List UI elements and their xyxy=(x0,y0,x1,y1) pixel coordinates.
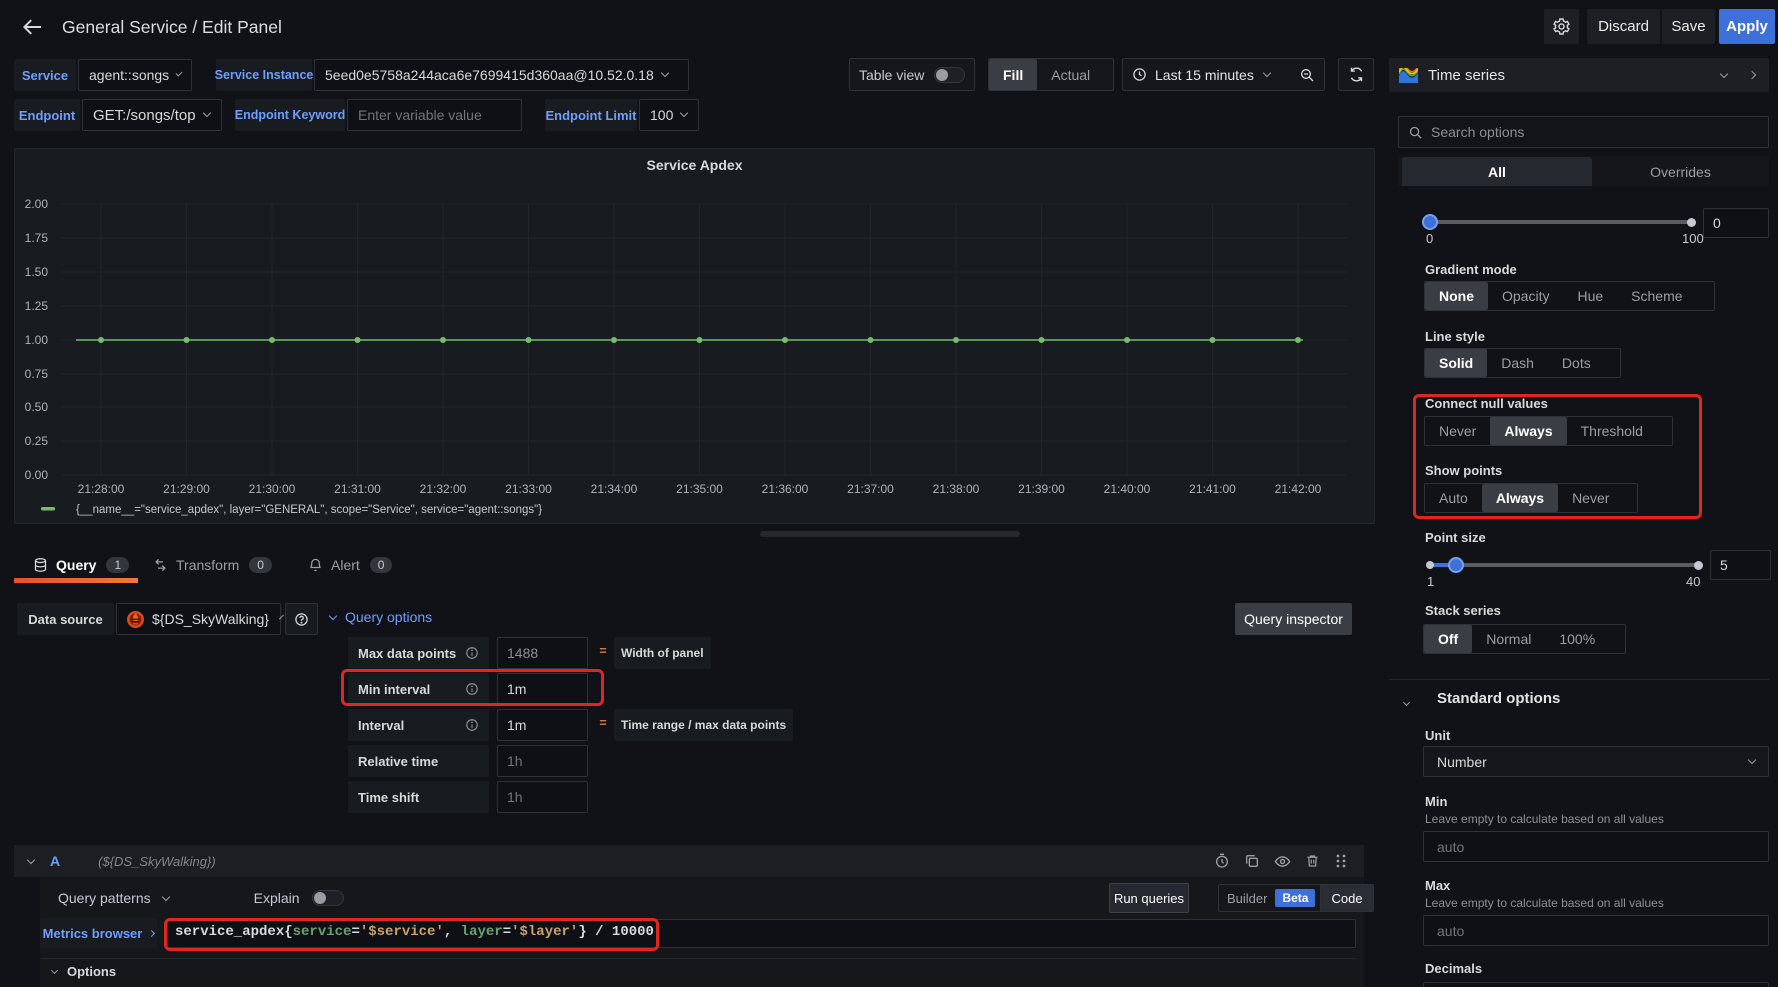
svg-text:21:41:00: 21:41:00 xyxy=(1189,482,1236,496)
svg-text:21:34:00: 21:34:00 xyxy=(591,482,638,496)
svg-text:21:30:00: 21:30:00 xyxy=(249,482,296,496)
svg-text:1.00: 1.00 xyxy=(25,333,49,347)
svg-text:21:36:00: 21:36:00 xyxy=(762,482,809,496)
svg-text:21:39:00: 21:39:00 xyxy=(1018,482,1065,496)
svg-text:21:42:00: 21:42:00 xyxy=(1275,482,1322,496)
svg-text:21:29:00: 21:29:00 xyxy=(163,482,210,496)
svg-text:21:38:00: 21:38:00 xyxy=(933,482,980,496)
svg-text:0.00: 0.00 xyxy=(25,468,49,482)
svg-text:21:28:00: 21:28:00 xyxy=(78,482,125,496)
svg-text:21:33:00: 21:33:00 xyxy=(505,482,552,496)
svg-text:1.25: 1.25 xyxy=(25,299,49,313)
svg-text:0.75: 0.75 xyxy=(25,367,49,381)
svg-text:{__name__="service_apdex", lay: {__name__="service_apdex", layer="GENERA… xyxy=(76,504,542,516)
svg-text:21:31:00: 21:31:00 xyxy=(334,482,381,496)
svg-text:21:35:00: 21:35:00 xyxy=(676,482,723,496)
svg-text:2.00: 2.00 xyxy=(25,197,49,211)
svg-text:0.25: 0.25 xyxy=(25,434,49,448)
svg-text:21:32:00: 21:32:00 xyxy=(420,482,467,496)
svg-text:0.50: 0.50 xyxy=(25,400,49,414)
svg-text:21:37:00: 21:37:00 xyxy=(847,482,894,496)
svg-text:21:40:00: 21:40:00 xyxy=(1104,482,1151,496)
svg-text:1.75: 1.75 xyxy=(25,231,49,245)
svg-text:1.50: 1.50 xyxy=(25,265,49,279)
